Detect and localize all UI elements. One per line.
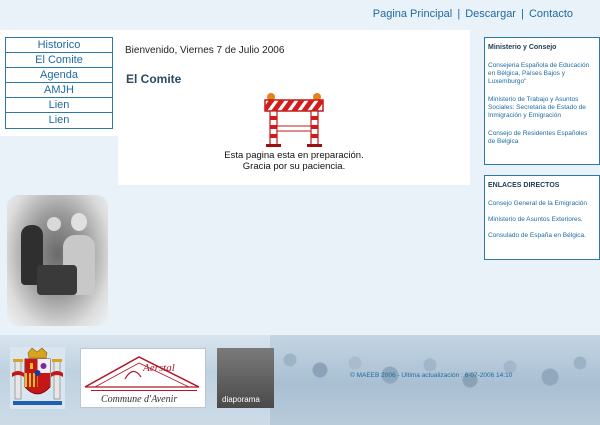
construction-barrier-icon [264,93,324,147]
link-consejo-emigracion[interactable]: Consejo General de la Emigración [488,200,596,208]
aerstal-subtitle: Commune d'Avenir [101,394,178,405]
page-title: El Comite [126,72,182,86]
menu-item-historico[interactable]: Historico [6,38,112,53]
nav-link-download[interactable]: Descargar [465,8,516,20]
preparation-message: Esta pagina esta en preparación. Gracia … [118,150,470,172]
menu-item-el-comite[interactable]: El Comite [6,53,112,68]
top-navigation: Pagina Principal | Descargar | Contacto [373,8,573,20]
welcome-text: Bienvenido, Viernes 7 de Julio 2006 [125,45,285,56]
ministry-links-box: Ministerio y Consejo Consejeria Española… [484,37,600,165]
link-consejo-residentes[interactable]: Consejo de Residentes Españoles de Belgi… [488,130,596,146]
nav-link-contact[interactable]: Contacto [529,8,573,20]
crowd-photo-background [270,335,600,425]
menu-item-lien-1[interactable]: Lien [6,98,112,113]
message-line-1: Esta pagina esta en preparación. [224,150,364,161]
copyright-text: © MAEEB 2006 - Ultima actualización : 6-… [350,372,513,379]
aerstal-name: Aerstal [143,362,175,374]
link-consejeria-educacion[interactable]: Consejeria Española de Educación en Bélg… [488,62,596,86]
link-asuntos-exteriores[interactable]: Ministerio de Asuntos Exteriores. [488,216,596,224]
menu-item-amjh[interactable]: AMJH [6,83,112,98]
direct-links-heading: ENLACES DIRECTOS [488,182,560,189]
nav-separator: | [521,8,524,20]
diaporama-button[interactable]: diaporama [217,348,274,408]
spain-coat-of-arms-icon [10,347,65,409]
footer: Aerstal Commune d'Avenir diaporama © MAE… [0,335,600,425]
left-menu: Historico El Comite Agenda AMJH Lien Lie… [5,37,113,129]
diaporama-label: diaporama [222,395,260,404]
ministry-heading: Ministerio y Consejo [488,44,557,51]
link-ministerio-trabajo[interactable]: Ministerio de Trabajo y Asuntos Sociales… [488,96,596,120]
workers-photo [7,195,108,326]
nav-link-home[interactable]: Pagina Principal [373,8,453,20]
main-content: Bienvenido, Viernes 7 de Julio 2006 El C… [118,30,470,185]
menu-item-lien-2[interactable]: Lien [6,113,112,128]
nav-separator: | [457,8,461,20]
aerstal-logo[interactable]: Aerstal Commune d'Avenir [80,348,206,408]
message-line-2: Gracia por su paciencia. [242,161,346,172]
direct-links-box: ENLACES DIRECTOS Consejo General de la E… [484,175,600,260]
menu-item-agenda[interactable]: Agenda [6,68,112,83]
link-consulado-belgica[interactable]: Consulado de España en Bélgica. [488,232,596,240]
